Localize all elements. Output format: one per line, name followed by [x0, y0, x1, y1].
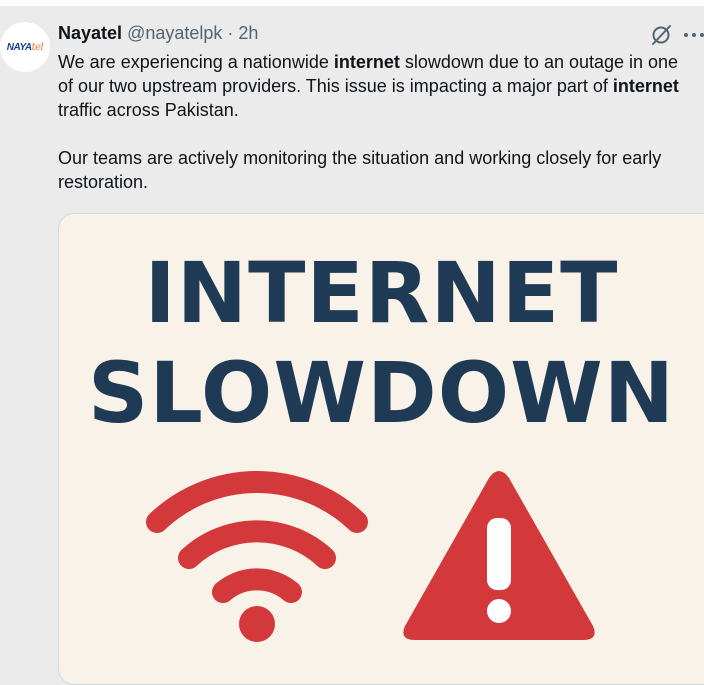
warning-exclamation-dot — [487, 599, 511, 623]
tweet-paragraph-2: Our teams are actively monitoring the si… — [58, 148, 662, 192]
tweet-paragraph-1: We are experiencing a nationwide interne… — [58, 50, 698, 122]
wifi-arc-outer — [146, 471, 368, 533]
image-title-line-2: SLOWDOWN — [87, 344, 676, 442]
text-segment: We are experiencing a nationwide — [58, 52, 334, 72]
wifi-icon — [146, 471, 368, 642]
tweet-media-image[interactable]: INTERNET SLOWDOWN — [58, 213, 704, 685]
bold-keyword: internet — [612, 76, 679, 96]
author-name[interactable]: Nayatel — [58, 23, 122, 43]
warning-icon — [403, 471, 595, 640]
wifi-arc-middle — [178, 520, 336, 569]
avatar[interactable]: NAYAtel — [0, 22, 50, 72]
tweet-header: Nayatel @nayatelpk · 2h — [58, 21, 258, 45]
more-icon[interactable] — [683, 30, 704, 40]
tweet[interactable]: NAYAtel Nayatel @nayatelpk · 2h We are e… — [0, 6, 704, 685]
image-title-line-1: INTERNET — [144, 244, 619, 342]
author-handle[interactable]: @nayatelpk — [127, 23, 222, 43]
tweet-timestamp[interactable]: 2h — [238, 23, 258, 43]
warning-exclamation-bar — [487, 518, 511, 590]
wifi-dot — [239, 606, 275, 642]
grok-icon[interactable] — [650, 24, 672, 46]
nayatel-logo: NAYAtel — [6, 41, 44, 53]
separator-dot: · — [227, 23, 234, 43]
bold-keyword: internet — [333, 52, 400, 72]
wifi-arc-inner — [212, 568, 302, 603]
text-segment: traffic across Pakistan. — [58, 100, 239, 120]
tweet-text: We are experiencing a nationwide interne… — [58, 50, 698, 194]
